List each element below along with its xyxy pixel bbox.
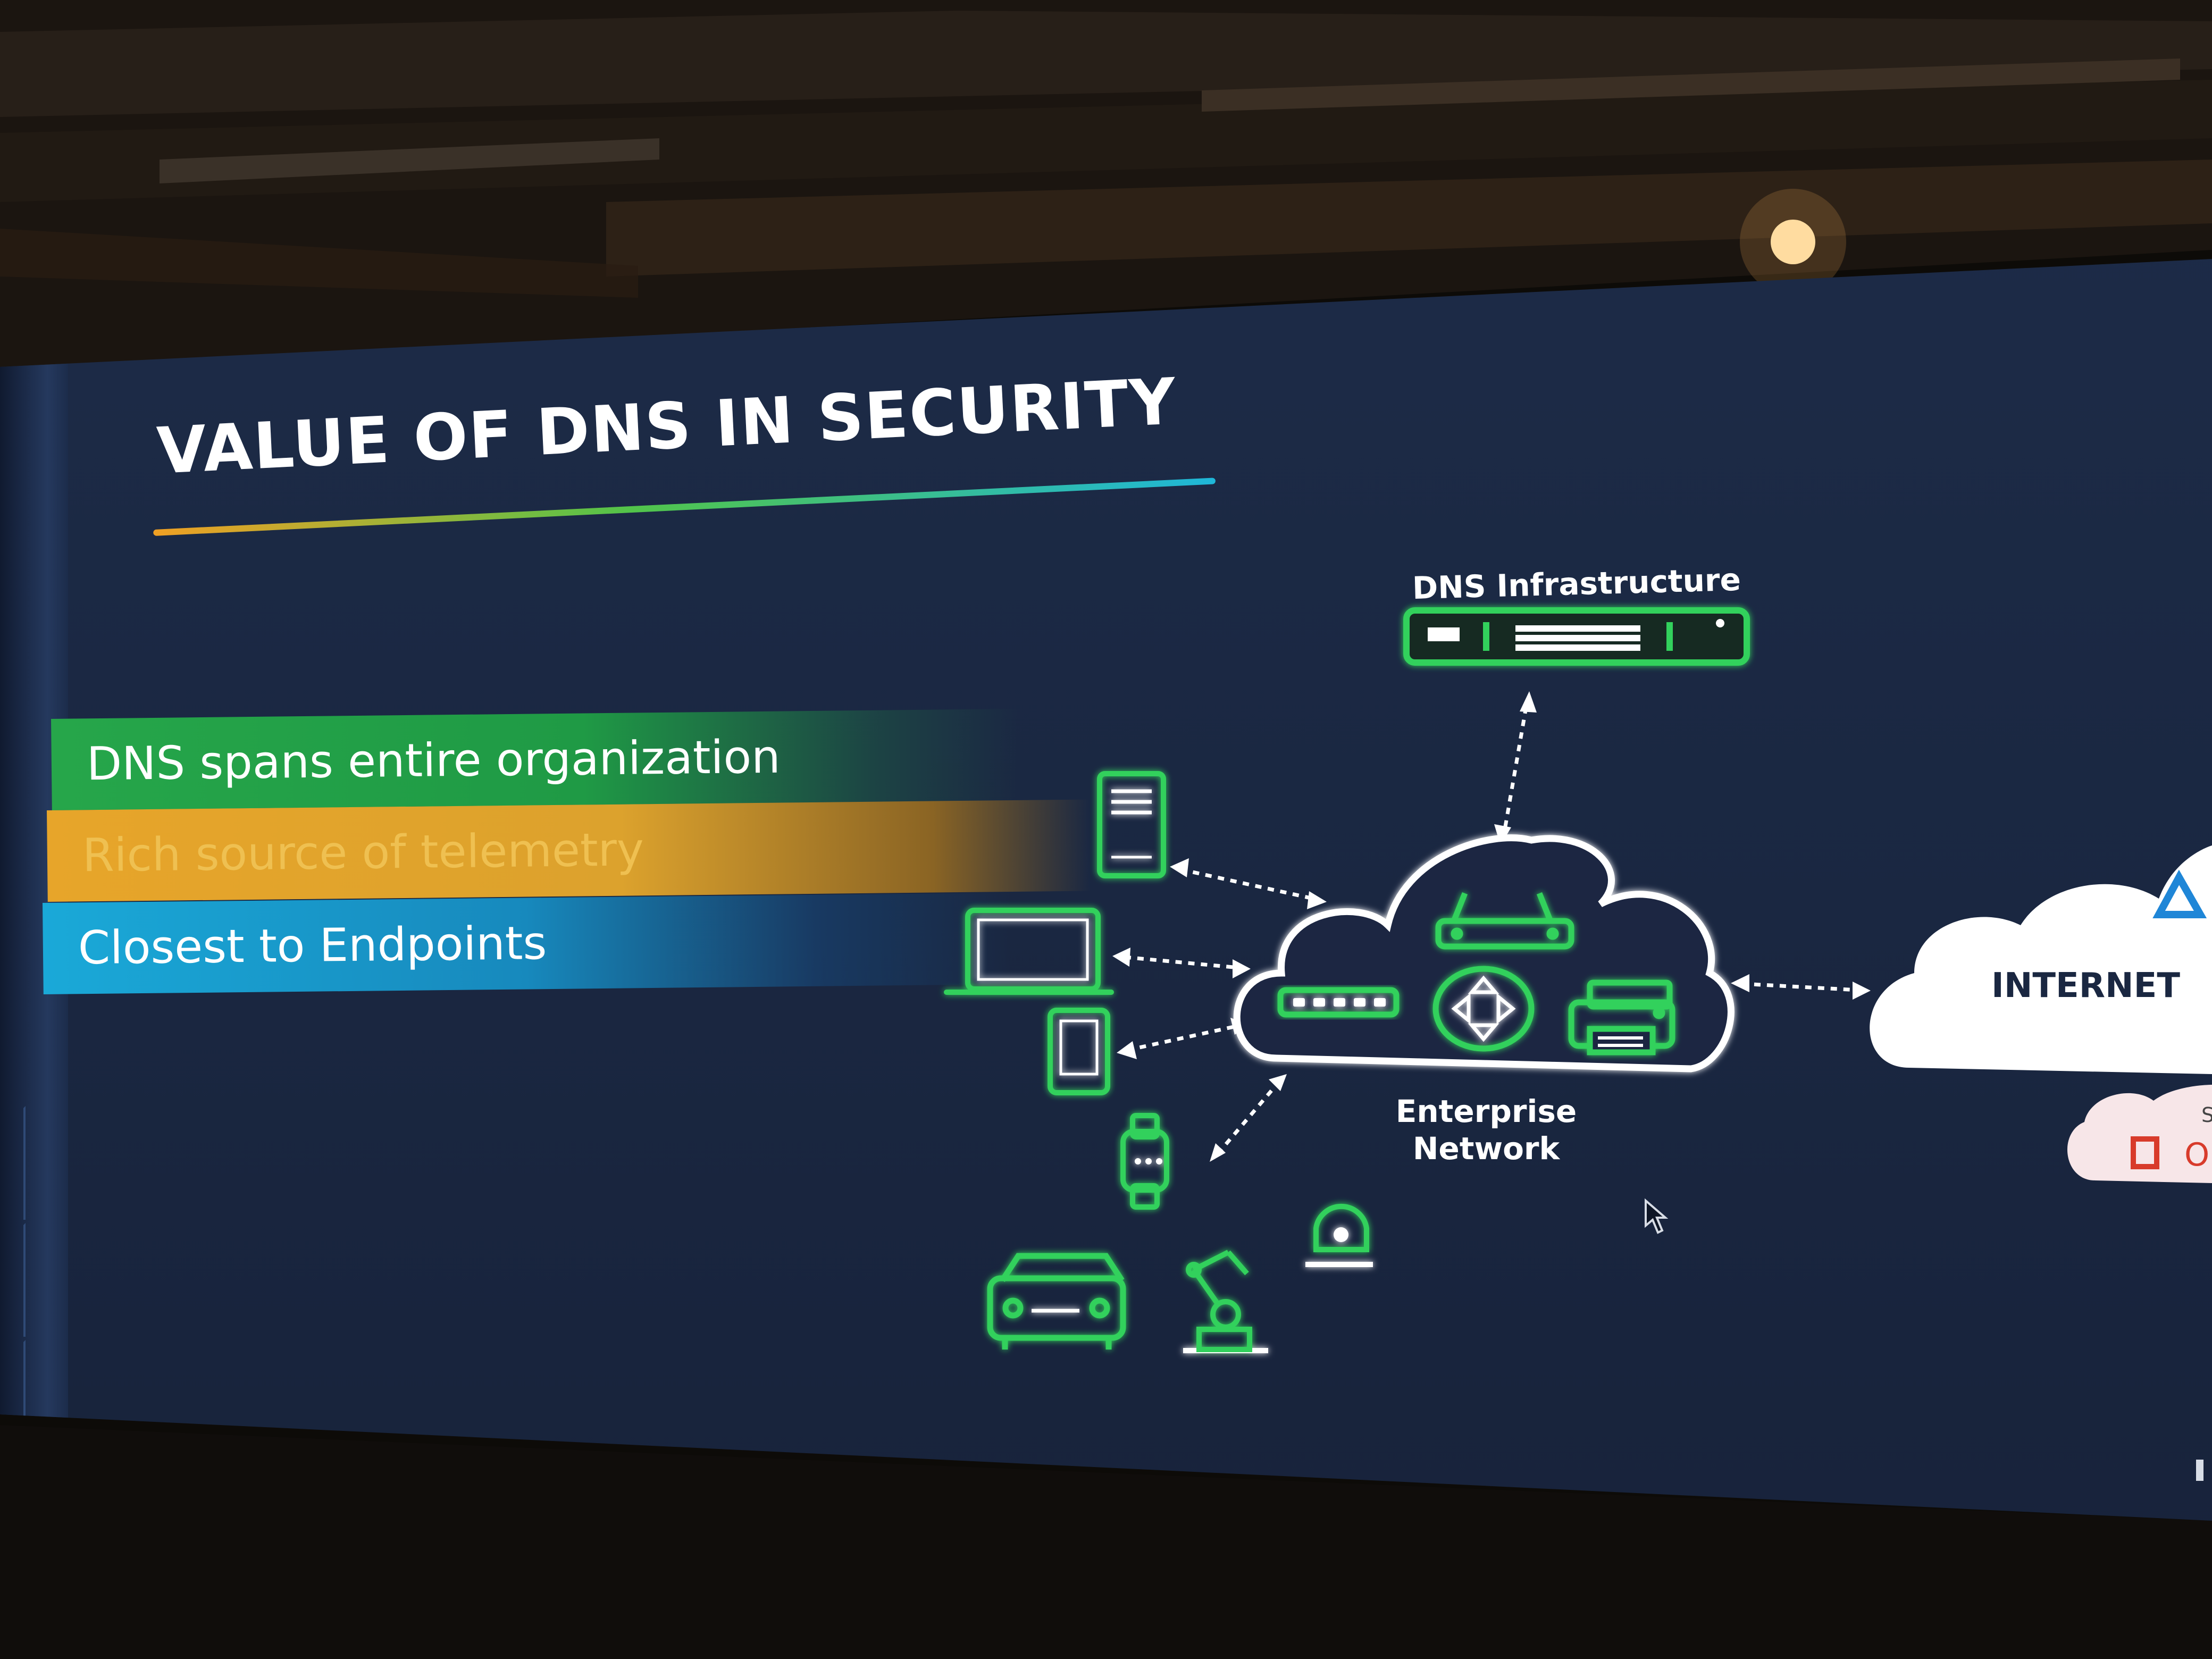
connector-tablet xyxy=(1127,1024,1237,1052)
tablet-icon xyxy=(1048,1008,1110,1095)
connector-dns xyxy=(1503,707,1528,830)
internet-cloud-icon xyxy=(1870,845,2212,1074)
connector-watch xyxy=(1216,1080,1280,1155)
desktop-tower-icon xyxy=(1097,771,1166,878)
server-rack-icon xyxy=(1403,607,1750,666)
dns-infrastructure-label: DNS Infrastructure xyxy=(1412,562,1741,606)
enterprise-network-label-line1: Enterprise xyxy=(1396,1093,1577,1129)
office-label-partial: O xyxy=(2184,1136,2209,1174)
smartwatch-icon xyxy=(1120,1113,1169,1210)
laptop-icon xyxy=(944,908,1114,995)
robot-arm-icon xyxy=(1183,1250,1268,1353)
enterprise-cloud-icon xyxy=(1233,834,1735,1073)
saas-sublabel-partial: S xyxy=(2201,1103,2212,1127)
car-icon xyxy=(987,1253,1126,1350)
security-camera-icon xyxy=(1305,1203,1373,1267)
enterprise-network-label-line2: Network xyxy=(1413,1130,1561,1167)
mouse-pointer-icon xyxy=(1645,1198,1669,1234)
bottom-right-logo-fragment xyxy=(2196,1460,2203,1481)
internet-label: INTERNET xyxy=(1991,966,2180,1006)
connector-internet xyxy=(1741,982,1859,992)
connector-laptop xyxy=(1124,955,1239,970)
connector-desktop xyxy=(1180,867,1314,901)
